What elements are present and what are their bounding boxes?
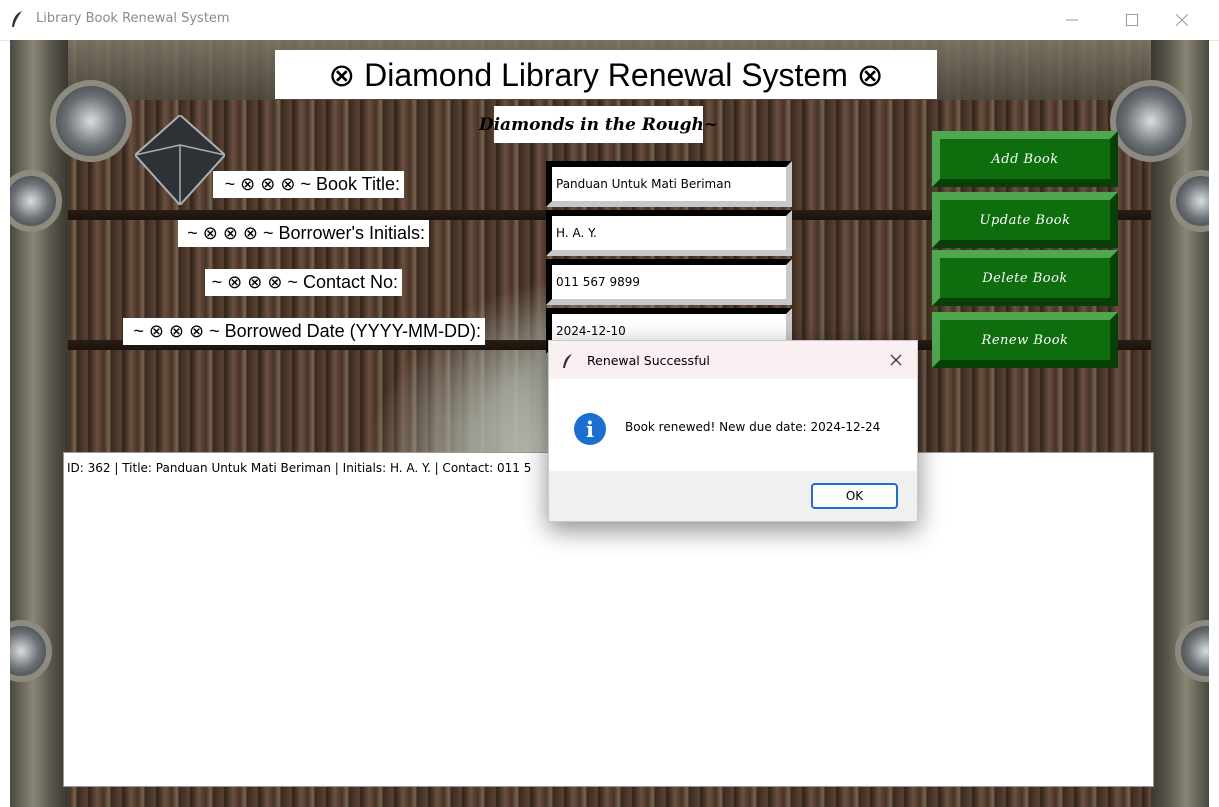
book-title-input[interactable] <box>552 167 786 201</box>
dialog-titlebar: Renewal Successful <box>549 341 917 379</box>
renewal-success-dialog: Renewal Successful i Book renewed! New d… <box>548 340 918 522</box>
ornament-icon <box>1110 80 1192 162</box>
frame-left <box>10 40 68 807</box>
page-title: ⊗ Diamond Library Renewal System ⊗ <box>275 50 937 99</box>
book-title-field-frame <box>546 161 792 207</box>
borrower-initials-input[interactable] <box>552 216 786 250</box>
dialog-footer: OK <box>549 471 917 521</box>
borrowed-date-label: ~ ⊗ ⊗ ⊗ ~ Borrowed Date (YYYY-MM-DD): <box>123 318 485 345</box>
dialog-title: Renewal Successful <box>587 353 710 368</box>
dialog-message: Book renewed! New due date: 2024-12-24 <box>625 420 881 434</box>
minimize-button[interactable] <box>1052 6 1092 34</box>
renew-book-button[interactable]: Renew Book <box>932 312 1118 368</box>
contact-no-label: ~ ⊗ ⊗ ⊗ ~ Contact No: <box>205 269 402 296</box>
maximize-button[interactable] <box>1112 6 1152 34</box>
update-book-button[interactable]: Update Book <box>932 192 1118 248</box>
window-title: Library Book Renewal System <box>36 11 230 26</box>
contact-no-input[interactable] <box>552 265 786 299</box>
ornament-icon <box>50 80 132 162</box>
dialog-close-button[interactable] <box>885 349 907 371</box>
contact-no-field-frame <box>546 259 792 305</box>
feather-icon <box>561 353 573 373</box>
add-book-button[interactable]: Add Book <box>932 131 1118 187</box>
info-icon: i <box>574 413 606 445</box>
feather-icon <box>10 10 24 28</box>
window-titlebar: Library Book Renewal System <box>0 0 1219 41</box>
borrower-initials-field-frame <box>546 210 792 256</box>
close-icon <box>890 354 902 366</box>
borrower-initials-label: ~ ⊗ ⊗ ⊗ ~ Borrower's Initials: <box>178 220 429 247</box>
ok-button[interactable]: OK <box>811 483 898 509</box>
close-window-button[interactable] <box>1162 6 1202 34</box>
diamond-icon <box>135 115 225 205</box>
page-subtitle: Diamonds in the Rough~ <box>479 106 718 143</box>
book-title-label: ~ ⊗ ⊗ ⊗ ~ Book Title: <box>213 171 404 198</box>
list-item[interactable]: ID: 362 | Title: Panduan Untuk Mati Beri… <box>67 461 531 475</box>
delete-book-button[interactable]: Delete Book <box>932 250 1118 306</box>
